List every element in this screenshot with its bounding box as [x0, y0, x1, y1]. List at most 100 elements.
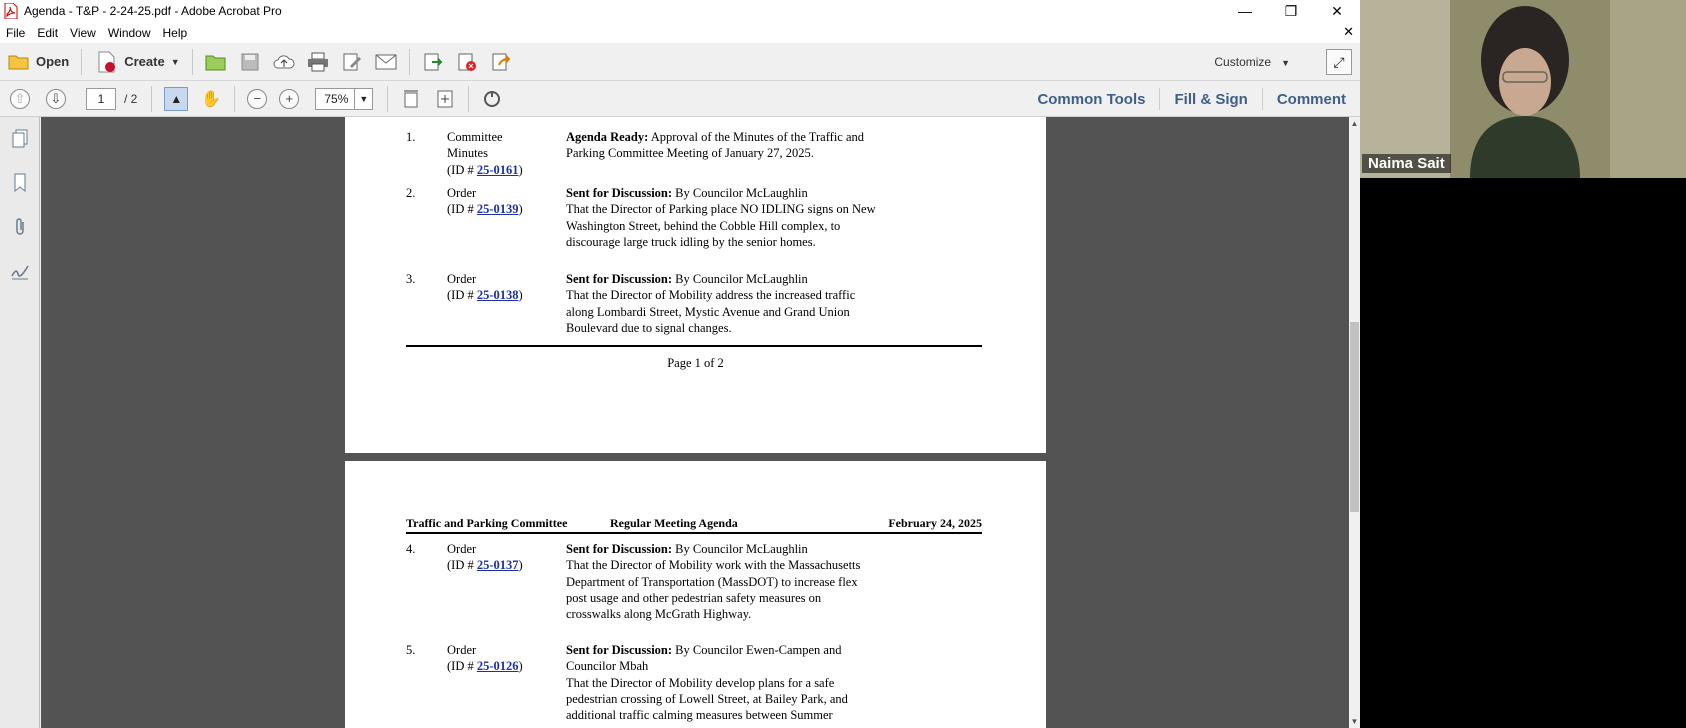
restore-button[interactable]: ❐ — [1268, 0, 1314, 22]
window-title: Agenda - T&P - 2-24-25.pdf - Adobe Acrob… — [24, 4, 282, 18]
save-icon[interactable] — [239, 51, 261, 73]
id-suffix: ) — [518, 659, 523, 674]
id-suffix: ) — [518, 558, 523, 573]
toolbar-separator — [191, 48, 193, 75]
header-date: February 24, 2025 — [888, 516, 982, 530]
pdf-page-2: Traffic and Parking Committee Regular Me… — [345, 461, 1046, 728]
select-tool-icon[interactable]: ▲ — [164, 86, 189, 111]
chevron-down-icon: ▼ — [354, 88, 372, 109]
item-type: Order (ID # 25-0139) — [447, 185, 547, 218]
upload-cloud-icon[interactable] — [273, 51, 295, 73]
vertical-scrollbar[interactable]: ▲ ▼ — [1349, 117, 1360, 728]
bookmarks-icon[interactable] — [0, 161, 40, 205]
read-mode-icon[interactable] — [481, 88, 503, 110]
fit-page-icon[interactable] — [434, 88, 456, 110]
footer-rule — [406, 345, 982, 347]
id-suffix: ) — [518, 202, 523, 217]
item-description: Sent for Discussion: By Councilor McLaug… — [566, 541, 876, 622]
comment-link[interactable]: Comment — [1261, 88, 1360, 110]
zoom-value: 75% — [324, 91, 349, 106]
item-number: 1. — [406, 130, 416, 144]
item-id-line: (ID # 25-0138) — [447, 287, 547, 303]
item-id-link[interactable]: 25-0138 — [477, 288, 519, 302]
edit-document-icon[interactable] — [341, 51, 363, 73]
menu-file[interactable]: File — [0, 26, 31, 40]
toolbar-separator — [387, 85, 389, 112]
signatures-icon[interactable] — [0, 249, 40, 293]
item-id-link[interactable]: 25-0139 — [477, 202, 519, 216]
next-page-icon[interactable]: ⇩ — [46, 88, 66, 109]
header-committee: Traffic and Parking Committee — [406, 516, 568, 530]
customize-menu[interactable]: Customize ▼ — [1214, 55, 1290, 69]
hand-tool-icon[interactable]: ✋ — [200, 88, 222, 110]
share-icon[interactable] — [490, 51, 512, 73]
export-pdf-icon[interactable] — [422, 51, 444, 73]
item-number: 2. — [406, 186, 416, 200]
menu-edit[interactable]: Edit — [31, 26, 64, 40]
chevron-down-icon: ▼ — [170, 56, 180, 67]
open-button[interactable]: Open — [0, 47, 75, 77]
item-id-line: (ID # 25-0139) — [447, 201, 547, 217]
print-icon[interactable] — [307, 51, 329, 73]
email-icon[interactable] — [375, 51, 397, 73]
item-type-label: Order — [447, 542, 477, 556]
item-type: Order (ID # 25-0126) — [447, 642, 547, 675]
id-prefix: (ID # — [447, 162, 477, 177]
attachments-icon[interactable] — [0, 205, 40, 249]
item-type: Order (ID # 25-0138) — [447, 271, 547, 304]
folder-icon — [8, 51, 30, 73]
scroll-down-icon[interactable]: ▼ — [1349, 717, 1360, 726]
item-type-label: Order — [447, 272, 477, 286]
minimize-button[interactable]: — — [1222, 0, 1268, 22]
header-rule — [406, 532, 982, 534]
menu-window[interactable]: Window — [102, 26, 157, 40]
id-suffix: ) — [518, 162, 523, 177]
toolbar-separator — [408, 48, 410, 75]
id-prefix: (ID # — [447, 558, 477, 573]
item-id-line: (ID # 25-0126) — [447, 658, 547, 674]
page-thumbnails-icon[interactable] — [0, 117, 40, 161]
acrobat-window: Agenda - T&P - 2-24-25.pdf - Adobe Acrob… — [0, 0, 1360, 728]
item-number: 5. — [406, 643, 416, 657]
toolbar-separator — [151, 85, 153, 112]
pdf-file-icon — [4, 2, 18, 20]
menu-view[interactable]: View — [64, 26, 102, 40]
item-description: Agenda Ready: Approval of the Minutes of… — [566, 129, 876, 162]
common-tools-link[interactable]: Common Tools — [1023, 88, 1159, 110]
document-viewer[interactable]: 1. Committee Minutes (ID # 25-0161) Agenda … — [41, 117, 1349, 728]
item-id-link[interactable]: 25-0137 — [477, 558, 519, 572]
create-button[interactable]: Create ▼ — [88, 47, 185, 77]
customize-label: Customize — [1214, 55, 1272, 69]
item-number: 4. — [406, 542, 416, 556]
id-prefix: (ID # — [447, 659, 477, 674]
create-pdf-icon — [96, 51, 118, 73]
zoom-in-icon[interactable]: + — [279, 88, 300, 109]
item-type-label: Committee Minutes — [447, 130, 503, 161]
fit-width-icon[interactable] — [400, 88, 422, 110]
close-button[interactable]: ✕ — [1314, 0, 1360, 22]
fill-sign-link[interactable]: Fill & Sign — [1159, 88, 1261, 110]
scroll-up-icon[interactable]: ▲ — [1349, 119, 1360, 128]
item-description: Sent for Discussion: By Councilor McLaug… — [566, 185, 876, 250]
zoom-select[interactable]: 75% ▼ — [315, 87, 374, 110]
page-footer: Page 1 of 2 — [667, 356, 724, 370]
item-description: Sent for Discussion: By Councilor McLaug… — [566, 271, 876, 336]
menu-help[interactable]: Help — [157, 26, 194, 40]
item-id-link[interactable]: 25-0126 — [477, 659, 519, 673]
item-status: Agenda Ready: — [566, 130, 649, 144]
fullscreen-icon[interactable]: ⤢ — [1326, 49, 1352, 75]
title-bar: Agenda - T&P - 2-24-25.pdf - Adobe Acrob… — [0, 0, 1360, 22]
open-file-icon[interactable] — [205, 51, 227, 73]
item-type-label: Order — [447, 643, 477, 657]
item-id-link[interactable]: 25-0161 — [477, 163, 519, 177]
previous-page-icon[interactable]: ⇧ — [10, 88, 30, 109]
main-toolbar: Open Create ▼ Customize ▼ ⤢ — [0, 43, 1360, 81]
id-prefix: (ID # — [447, 202, 477, 217]
scrollbar-thumb[interactable] — [1350, 322, 1359, 512]
page-number-input[interactable]: 1 — [86, 87, 116, 110]
zoom-out-icon[interactable]: − — [247, 88, 268, 109]
toolbar-separator — [81, 48, 83, 75]
delete-page-icon[interactable] — [456, 51, 478, 73]
close-document-button[interactable]: ✕ — [1343, 24, 1354, 40]
chevron-down-icon: ▼ — [1281, 58, 1290, 68]
